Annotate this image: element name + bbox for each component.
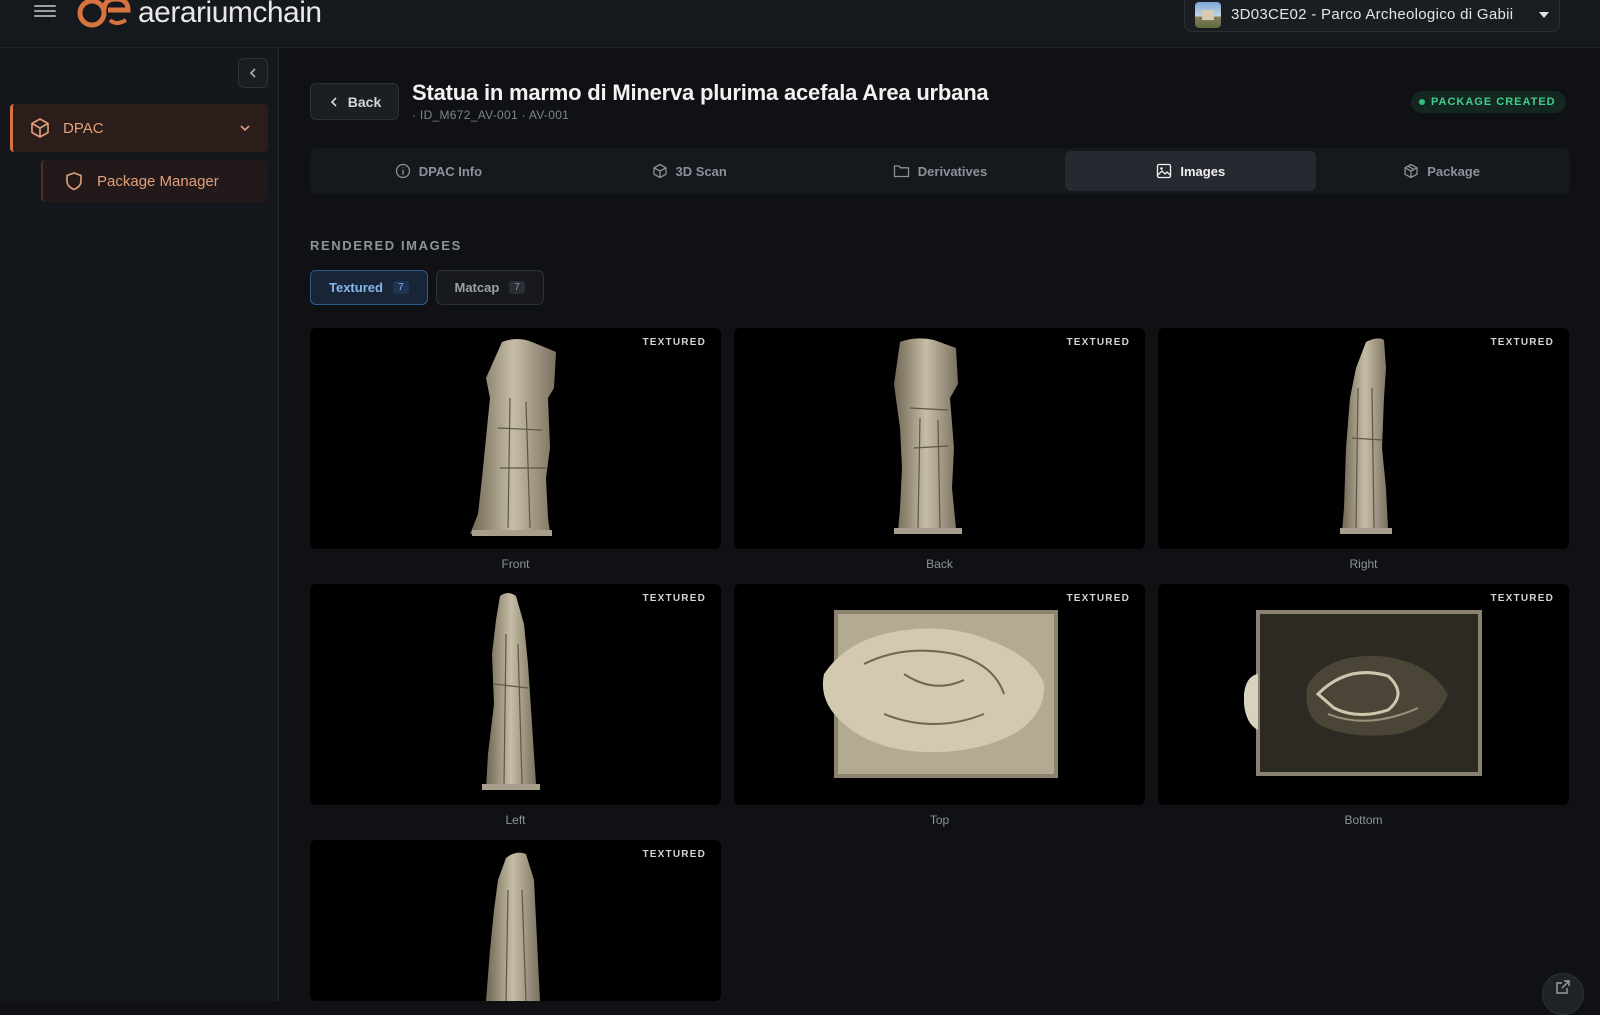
image-card-top[interactable]: TEXTURED [734, 584, 1145, 805]
image-caption: Top [929, 813, 950, 827]
cube-icon [31, 118, 49, 138]
tab-label: Derivatives [917, 163, 988, 179]
image-type-badge: TEXTURED [642, 337, 706, 348]
subtab-textured[interactable]: Textured 7 [310, 270, 428, 305]
package-icon [1404, 163, 1418, 179]
image-card-front[interactable]: TEXTURED [310, 328, 721, 549]
sidebar-item-label: Package Manager [97, 172, 219, 190]
site-selector-label: 3D03CE02 - Parco Archeologico di Gabii [1231, 6, 1514, 23]
tab-dpac-info[interactable]: DPAC Info [313, 151, 564, 191]
sidebar-group-dpac[interactable]: DPAC [10, 104, 268, 152]
sidebar-group-label: DPAC [63, 119, 104, 137]
image-type-toggle: Textured 7 Matcap 7 [310, 270, 544, 305]
folder-icon [893, 165, 909, 178]
image-caption: Right [1349, 557, 1378, 571]
site-thumbnail [1195, 1, 1221, 28]
back-button-label: Back [347, 93, 382, 110]
logo-text: aerariumchain [138, 0, 322, 29]
shield-icon [66, 172, 82, 191]
site-selector[interactable]: 3D03CE02 - Parco Archeologico di Gabii [1184, 0, 1560, 32]
tab-images[interactable]: Images [1065, 151, 1317, 191]
statue-render [1340, 338, 1392, 534]
chevron-down-icon [240, 125, 250, 132]
tab-label: Images [1180, 163, 1226, 179]
image-card-back[interactable]: TEXTURED [734, 328, 1145, 549]
statue-render [822, 610, 1058, 778]
tab-label: Package [1427, 163, 1480, 179]
subtab-matcap[interactable]: Matcap 7 [435, 270, 544, 305]
caret-down-icon [1539, 11, 1549, 18]
tab-derivatives[interactable]: Derivatives [815, 151, 1066, 191]
image-caption: Left [505, 813, 526, 827]
logo[interactable]: aerariumchain [76, 0, 322, 30]
back-button[interactable]: Back [310, 83, 399, 120]
tab-bar: DPAC Info 3D Scan Derivatives Images Pac… [310, 148, 1570, 194]
statue-render [1244, 610, 1482, 776]
count-badge: 7 [509, 281, 525, 294]
status-badge: PACKAGE CREATED [1411, 91, 1566, 113]
status-dot-icon [1419, 99, 1425, 105]
tab-label: DPAC Info [418, 163, 483, 179]
external-link-icon [1556, 980, 1570, 994]
image-type-badge: TEXTURED [1490, 337, 1554, 348]
subtab-label: Matcap [454, 280, 500, 295]
image-type-badge: TEXTURED [642, 593, 706, 604]
count-badge: 7 [392, 281, 409, 294]
cube-icon [652, 163, 667, 179]
statue-render [482, 593, 540, 790]
statue-render [470, 339, 556, 536]
tab-label: 3D Scan [675, 163, 727, 179]
image-card-bottom[interactable]: TEXTURED [1158, 584, 1569, 805]
image-caption: Back [926, 557, 953, 571]
open-external-button[interactable] [1542, 973, 1584, 1015]
info-icon [395, 163, 410, 179]
top-bar: aerariumchain 3D03CE02 - Parco Archeolog… [0, 0, 1600, 48]
image-caption: Front [501, 557, 530, 571]
image-type-badge: TEXTURED [1066, 593, 1130, 604]
image-card-left[interactable]: TEXTURED [310, 584, 721, 805]
sidebar-item-package-manager[interactable]: Package Manager [41, 160, 268, 202]
menu-icon[interactable] [34, 2, 56, 22]
subtab-label: Textured [329, 280, 383, 295]
tab-package[interactable]: Package [1316, 151, 1567, 191]
aerarium-logo-icon [77, 0, 131, 28]
page-title: Statua in marmo di Minerva plurima acefa… [412, 80, 989, 105]
chevron-left-icon [330, 96, 337, 107]
image-type-badge: TEXTURED [1490, 593, 1554, 604]
image-icon [1157, 163, 1172, 179]
image-type-badge: TEXTURED [642, 849, 706, 860]
statue-render [894, 338, 962, 534]
status-label: PACKAGE CREATED [1431, 96, 1556, 108]
image-type-badge: TEXTURED [1066, 337, 1130, 348]
sidebar: DPAC Package Manager [0, 48, 279, 1001]
statue-render [486, 852, 540, 1001]
main-content: Back Statua in marmo di Minerva plurima … [280, 48, 1600, 1001]
tab-3d-scan[interactable]: 3D Scan [564, 151, 815, 191]
collapse-sidebar-button[interactable] [238, 58, 268, 88]
chevron-left-icon [249, 68, 256, 78]
page-subtitle: · ID_M672_AV-001 · AV-001 [412, 108, 570, 122]
image-caption: Bottom [1344, 813, 1383, 827]
section-title: RENDERED IMAGES [310, 238, 462, 253]
image-card-right[interactable]: TEXTURED [1158, 328, 1569, 549]
image-card-extra[interactable]: TEXTURED [310, 840, 721, 1001]
